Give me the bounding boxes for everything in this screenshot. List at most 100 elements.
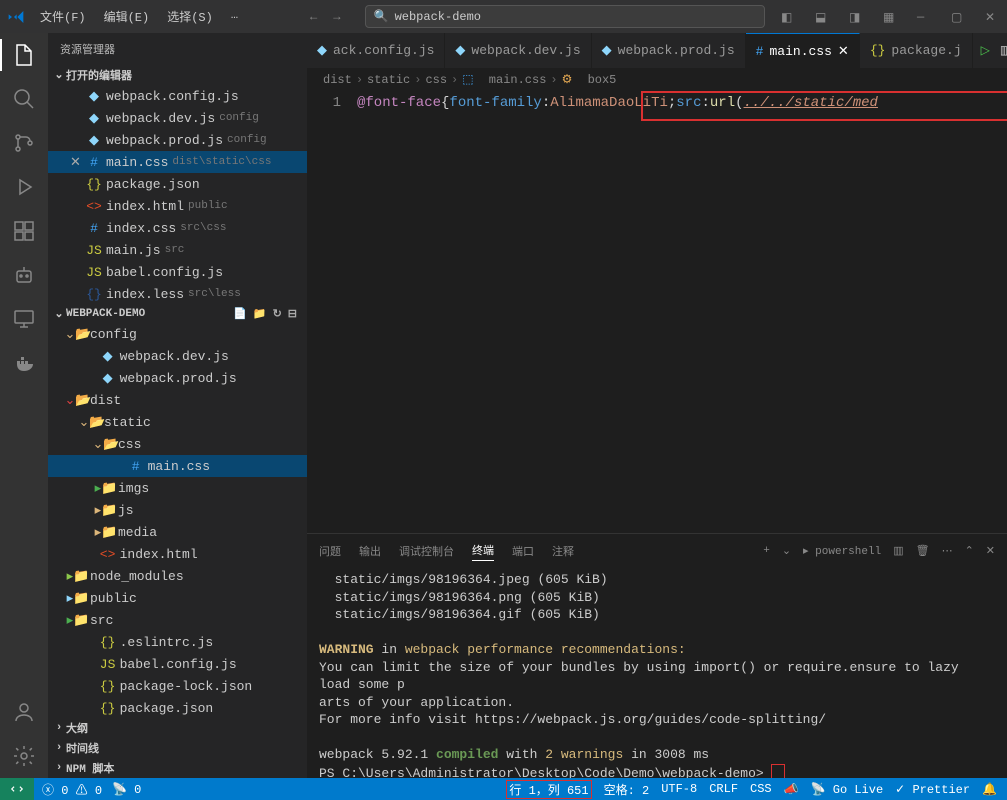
status-prettier[interactable]: ✓ Prettier bbox=[895, 782, 970, 797]
collapse-icon[interactable]: ⊟ bbox=[288, 307, 297, 321]
tree-item[interactable]: {}package-lock.json bbox=[48, 675, 307, 697]
tab-terminal[interactable]: 终端 bbox=[472, 540, 494, 561]
tree-item[interactable]: ▸📁src bbox=[48, 609, 307, 631]
extensions-icon[interactable] bbox=[12, 219, 36, 243]
tree-item[interactable]: ▸📁node_modules bbox=[48, 565, 307, 587]
refresh-icon[interactable]: ↻ bbox=[273, 307, 282, 321]
tab-ports[interactable]: 端口 bbox=[512, 541, 534, 561]
status-port[interactable]: 📡 0 bbox=[112, 782, 141, 797]
toggle-sidebar-icon[interactable]: ◧ bbox=[781, 10, 795, 24]
open-editors-header[interactable]: ⌄打开的编辑器 bbox=[48, 65, 307, 85]
code-editor[interactable]: 1 @font-face{font-family:AlimamaDaoLiTi;… bbox=[307, 91, 1007, 533]
editor-tab[interactable]: {}package.j bbox=[860, 33, 973, 68]
tree-item[interactable]: ▸📁media bbox=[48, 521, 307, 543]
tree-item[interactable]: ◆webpack.dev.js bbox=[48, 345, 307, 367]
close-icon[interactable]: ✕ bbox=[985, 10, 999, 24]
tab-comments[interactable]: 注释 bbox=[552, 541, 574, 561]
tree-item[interactable]: #main.css bbox=[48, 455, 307, 477]
timeline-header[interactable]: ›时间线 bbox=[48, 738, 307, 758]
close-tab-icon[interactable]: ✕ bbox=[838, 44, 849, 59]
breadcrumb[interactable]: dist› static› css› ⬚ main.css› ⚙ box5 bbox=[307, 68, 1007, 91]
open-editor-item[interactable]: ◆webpack.dev.jsconfig bbox=[48, 107, 307, 129]
nav-forward[interactable]: → bbox=[329, 8, 344, 26]
open-editor-item[interactable]: ◆webpack.config.js bbox=[48, 85, 307, 107]
open-editor-item[interactable]: <>index.htmlpublic bbox=[48, 195, 307, 217]
tree-item[interactable]: ⌄📂dist bbox=[48, 389, 307, 411]
tree-item[interactable]: ⌄📂config bbox=[48, 323, 307, 345]
new-terminal-icon[interactable]: + bbox=[763, 545, 770, 557]
tree-item[interactable]: ◆webpack.prod.js bbox=[48, 367, 307, 389]
editor-tab[interactable]: ◆ack.config.js bbox=[307, 33, 445, 68]
project-header[interactable]: ⌄WEBPACK-DEMO 📄 📁 ↻ ⊟ bbox=[48, 305, 307, 323]
editor-tab[interactable]: ◆webpack.dev.js bbox=[445, 33, 591, 68]
trash-icon[interactable]: 🗑 bbox=[916, 544, 930, 558]
tree-item[interactable]: {}package.json bbox=[48, 697, 307, 718]
remote-icon[interactable] bbox=[12, 307, 36, 331]
run-icon[interactable]: ▷ bbox=[981, 43, 990, 58]
close-icon[interactable]: ✕ bbox=[70, 155, 82, 170]
open-editor-item[interactable]: JSbabel.config.js bbox=[48, 261, 307, 283]
search-icon[interactable] bbox=[12, 87, 36, 111]
tree-item[interactable]: <>index.html bbox=[48, 543, 307, 565]
robot-icon[interactable] bbox=[12, 263, 36, 287]
open-editor-item[interactable]: #index.csssrc\css bbox=[48, 217, 307, 239]
toggle-secondary-icon[interactable]: ◨ bbox=[849, 10, 863, 24]
status-feedback[interactable]: 📣 bbox=[784, 782, 799, 797]
explorer-icon[interactable] bbox=[12, 43, 36, 67]
tab-output[interactable]: 输出 bbox=[359, 541, 381, 561]
terminal-output[interactable]: static/imgs/98196364.jpeg (605 KiB) stat… bbox=[307, 567, 1007, 778]
layout-icon[interactable]: ▦ bbox=[883, 10, 897, 24]
maximize-panel-icon[interactable]: ⌃ bbox=[965, 544, 974, 558]
editor-tab[interactable]: #main.css✕ bbox=[746, 33, 860, 68]
open-editor-item[interactable]: ◆webpack.prod.jsconfig bbox=[48, 129, 307, 151]
npm-header[interactable]: ›NPM 脚本 bbox=[48, 758, 307, 778]
outline-header[interactable]: ›大纲 bbox=[48, 718, 307, 738]
more-icon[interactable]: ⋯ bbox=[942, 544, 953, 558]
tab-debug[interactable]: 调试控制台 bbox=[399, 541, 454, 561]
menu-select[interactable]: 选择(S) bbox=[159, 4, 221, 29]
debug-icon[interactable] bbox=[12, 175, 36, 199]
menu-more[interactable]: … bbox=[223, 4, 246, 29]
tree-item[interactable]: ▸📁public bbox=[48, 587, 307, 609]
open-editor-item[interactable]: JSmain.jssrc bbox=[48, 239, 307, 261]
scm-icon[interactable] bbox=[12, 131, 36, 155]
status-position[interactable]: 行 1，列 651 bbox=[506, 780, 591, 799]
new-file-icon[interactable]: 📄 bbox=[233, 307, 247, 321]
status-encoding[interactable]: UTF-8 bbox=[661, 782, 697, 796]
tab-problems[interactable]: 问题 bbox=[319, 541, 341, 561]
menu-file[interactable]: 文件(F) bbox=[32, 4, 94, 29]
terminal-dropdown-icon[interactable]: ⌄ bbox=[782, 544, 791, 558]
open-editor-item[interactable]: ✕#main.cssdist\static\css bbox=[48, 151, 307, 173]
nav-back[interactable]: ← bbox=[306, 8, 321, 26]
toggle-panel-icon[interactable]: ⬓ bbox=[815, 10, 829, 24]
status-bell[interactable]: 🔔 bbox=[982, 782, 997, 797]
docker-icon[interactable] bbox=[12, 351, 36, 375]
status-errors[interactable]: ⓧ 0 ⚠ 0 bbox=[42, 781, 102, 798]
split-terminal-icon[interactable]: ▥ bbox=[893, 544, 903, 558]
close-panel-icon[interactable]: ✕ bbox=[986, 544, 995, 558]
title-bar: 文件(F) 编辑(E) 选择(S) … ← → 🔍 webpack-demo ◧… bbox=[0, 0, 1007, 33]
open-editor-item[interactable]: {}index.lesssrc\less bbox=[48, 283, 307, 305]
tree-item[interactable]: ⌄📂static bbox=[48, 411, 307, 433]
status-golive[interactable]: 📡 Go Live bbox=[811, 782, 884, 797]
tree-item[interactable]: ⌄📂css bbox=[48, 433, 307, 455]
editor-tab[interactable]: ◆webpack.prod.js bbox=[592, 33, 746, 68]
maximize-icon[interactable]: ▢ bbox=[951, 10, 965, 24]
tree-item[interactable]: ▸📁js bbox=[48, 499, 307, 521]
status-spaces[interactable]: 空格: 2 bbox=[604, 781, 650, 798]
tree-item[interactable]: JSbabel.config.js bbox=[48, 653, 307, 675]
tree-item[interactable]: ▸📁imgs bbox=[48, 477, 307, 499]
status-eol[interactable]: CRLF bbox=[709, 782, 738, 796]
split-editor-icon[interactable]: ▥ bbox=[1000, 43, 1007, 58]
minimize-icon[interactable]: — bbox=[917, 10, 931, 24]
new-folder-icon[interactable]: 📁 bbox=[253, 307, 267, 321]
tree-item[interactable]: {}.eslintrc.js bbox=[48, 631, 307, 653]
menu-edit[interactable]: 编辑(E) bbox=[96, 4, 158, 29]
remote-button[interactable] bbox=[0, 778, 34, 800]
open-editor-item[interactable]: {}package.json bbox=[48, 173, 307, 195]
command-center[interactable]: 🔍 webpack-demo bbox=[365, 5, 765, 28]
terminal-shell[interactable]: ▸ powershell bbox=[803, 544, 881, 558]
account-icon[interactable] bbox=[12, 700, 36, 724]
settings-icon[interactable] bbox=[12, 744, 36, 768]
status-language[interactable]: CSS bbox=[750, 782, 772, 796]
